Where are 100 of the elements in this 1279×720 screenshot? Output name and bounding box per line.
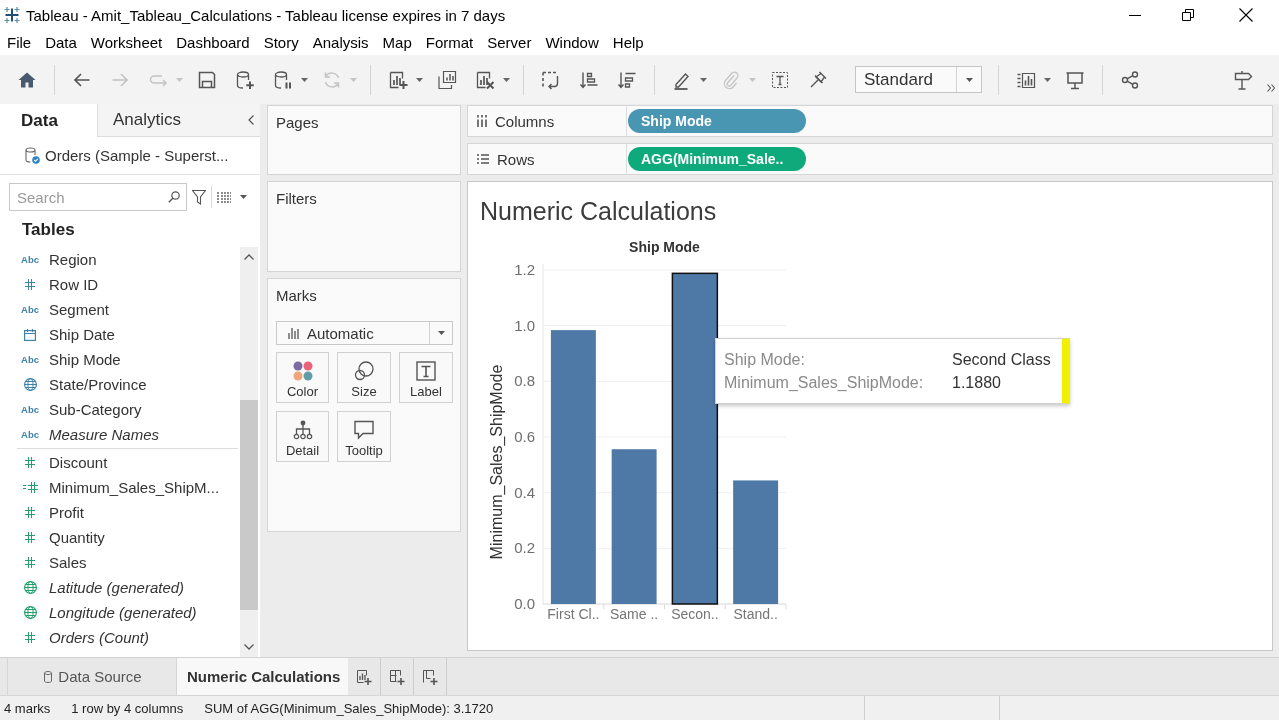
scrollbar[interactable] xyxy=(240,247,258,657)
field-item[interactable]: Longitude (generated) xyxy=(0,600,240,625)
save-icon[interactable] xyxy=(197,69,217,90)
scrollbar-thumb[interactable] xyxy=(240,400,258,610)
four-dots-icon xyxy=(292,361,313,381)
database-plus-icon[interactable] xyxy=(235,69,255,90)
speech-bubble-icon xyxy=(354,420,374,440)
list-view-icon[interactable] xyxy=(217,191,231,203)
color-button[interactable]: Color xyxy=(276,352,329,403)
status-text: 1 row by 4 columns xyxy=(71,700,184,716)
caret-icon[interactable] xyxy=(240,195,247,199)
menu-item[interactable]: File xyxy=(0,34,39,51)
detail-button[interactable]: Detail xyxy=(276,411,329,462)
field-item[interactable]: Latitude (generated) xyxy=(0,575,240,600)
sheet-tab[interactable]: Numeric Calculations xyxy=(177,658,349,695)
menu-item[interactable]: Story xyxy=(256,34,306,51)
card-title: Marks xyxy=(276,287,318,305)
axis-tick-label: 1.0 xyxy=(514,316,535,334)
easel-icon[interactable] xyxy=(1065,69,1085,90)
menu-item[interactable]: Analysis xyxy=(305,34,376,51)
grid-plus-icon[interactable] xyxy=(389,668,406,685)
caret-icon[interactable] xyxy=(1044,77,1051,82)
sheet-title: Numeric Calculations xyxy=(480,196,717,226)
field-item[interactable]: Profit xyxy=(0,500,240,525)
menu-item[interactable]: Map xyxy=(375,34,419,51)
field-item[interactable]: Orders (Count) xyxy=(0,625,240,650)
close-icon[interactable] xyxy=(1239,8,1253,22)
field-item[interactable]: Abc Segment xyxy=(0,297,240,322)
scroll-up-icon[interactable] xyxy=(244,254,254,260)
pane-tab[interactable]: Analytics xyxy=(97,104,244,137)
menu-item[interactable]: Format xyxy=(418,34,481,51)
string-type-icon: Abc xyxy=(21,354,39,365)
caret-icon[interactable] xyxy=(416,77,423,82)
caret-icon xyxy=(438,331,445,335)
chevron-left-icon[interactable] xyxy=(248,115,254,125)
mark-type-dropdown[interactable]: Automatic xyxy=(276,321,453,345)
tooltip-label: Minimum_Sales_ShipMode: xyxy=(724,373,925,392)
columns-icon xyxy=(477,115,487,127)
field-item[interactable]: Minimum_Sales_ShipM... xyxy=(0,475,240,500)
data-source-name[interactable]: Orders (Sample - Superst... xyxy=(45,147,229,164)
filter-icon[interactable] xyxy=(192,189,206,205)
field-item[interactable]: Abc Ship Mode xyxy=(0,347,240,372)
field-item[interactable]: Abc Measure Names xyxy=(0,422,240,447)
menu-item[interactable]: Worksheet xyxy=(83,34,170,51)
field-item[interactable]: Discount xyxy=(0,450,240,475)
text-box-icon xyxy=(416,361,436,381)
double-chevron-icon[interactable] xyxy=(1267,83,1275,92)
plus-cluster-icon xyxy=(3,6,21,24)
size-button[interactable]: Size xyxy=(337,352,391,403)
menu-item[interactable]: Help xyxy=(605,34,651,51)
bar-chart-icon xyxy=(288,327,299,339)
shelf-label: Rows xyxy=(497,150,535,168)
pin-icon[interactable] xyxy=(808,69,828,90)
database-pause-icon[interactable] xyxy=(273,69,293,90)
fit-dropdown[interactable]: Standard xyxy=(855,66,982,93)
field-item[interactable]: Abc Sub-Category xyxy=(0,397,240,422)
axis-tick-label: 1.2 xyxy=(514,261,535,278)
field-item[interactable]: Abc Region xyxy=(0,247,240,272)
dashed-text-box-icon[interactable] xyxy=(770,69,790,90)
field-item[interactable]: Row ID xyxy=(0,272,240,297)
chart-plus-icon[interactable] xyxy=(388,69,408,90)
section-title: Tables xyxy=(21,219,76,241)
menu-item[interactable]: Server xyxy=(480,34,539,51)
restore-icon[interactable] xyxy=(1182,9,1194,21)
caret-icon[interactable] xyxy=(503,77,510,82)
tooltip-label: Ship Mode: xyxy=(724,350,806,369)
field-item[interactable]: Ship Date xyxy=(0,322,240,347)
label-button[interactable]: Label xyxy=(399,352,453,403)
signpost-icon[interactable] xyxy=(1233,69,1253,90)
axis-category-label: First Cl.. xyxy=(547,606,600,622)
share-icon[interactable] xyxy=(1120,69,1140,90)
chart-plus-icon[interactable] xyxy=(356,668,373,685)
scroll-down-icon[interactable] xyxy=(244,644,254,650)
menu-item[interactable]: Dashboard xyxy=(169,34,257,51)
caret-icon[interactable] xyxy=(700,77,707,82)
string-type-icon: Abc xyxy=(21,429,39,440)
string-type-icon: Abc xyxy=(21,304,39,315)
chart-bar[interactable] xyxy=(671,272,719,605)
status-text: SUM of AGG(Minimum_Sales_ShipMode): 3.1720 xyxy=(204,700,494,716)
card-title: Pages xyxy=(276,114,320,132)
string-type-icon: Abc xyxy=(21,404,39,415)
field-item[interactable]: State/Province xyxy=(0,372,240,397)
axis-header: Ship Mode xyxy=(629,239,700,255)
search-field[interactable]: Search xyxy=(9,183,187,211)
circles-icon xyxy=(354,361,374,381)
caret-icon[interactable] xyxy=(301,77,308,82)
field-item[interactable]: Quantity xyxy=(0,525,240,550)
minimize-icon[interactable] xyxy=(1129,14,1141,16)
field-item[interactable]: Sales xyxy=(0,550,240,575)
search-icon xyxy=(168,191,180,203)
stacked-charts-icon[interactable] xyxy=(437,69,457,90)
axis-tick-label: 0.0 xyxy=(514,595,535,612)
chart-cross-icon[interactable] xyxy=(475,69,495,90)
hierarchy-icon xyxy=(292,420,313,440)
dashed-corner-arrow-icon[interactable] xyxy=(541,69,561,90)
menu-item[interactable]: Data xyxy=(38,34,84,51)
menu-item[interactable]: Window xyxy=(538,34,606,51)
database-check-icon xyxy=(25,147,40,164)
frame-plus-icon[interactable] xyxy=(422,668,439,685)
tooltip-button[interactable]: Tooltip xyxy=(337,411,391,462)
